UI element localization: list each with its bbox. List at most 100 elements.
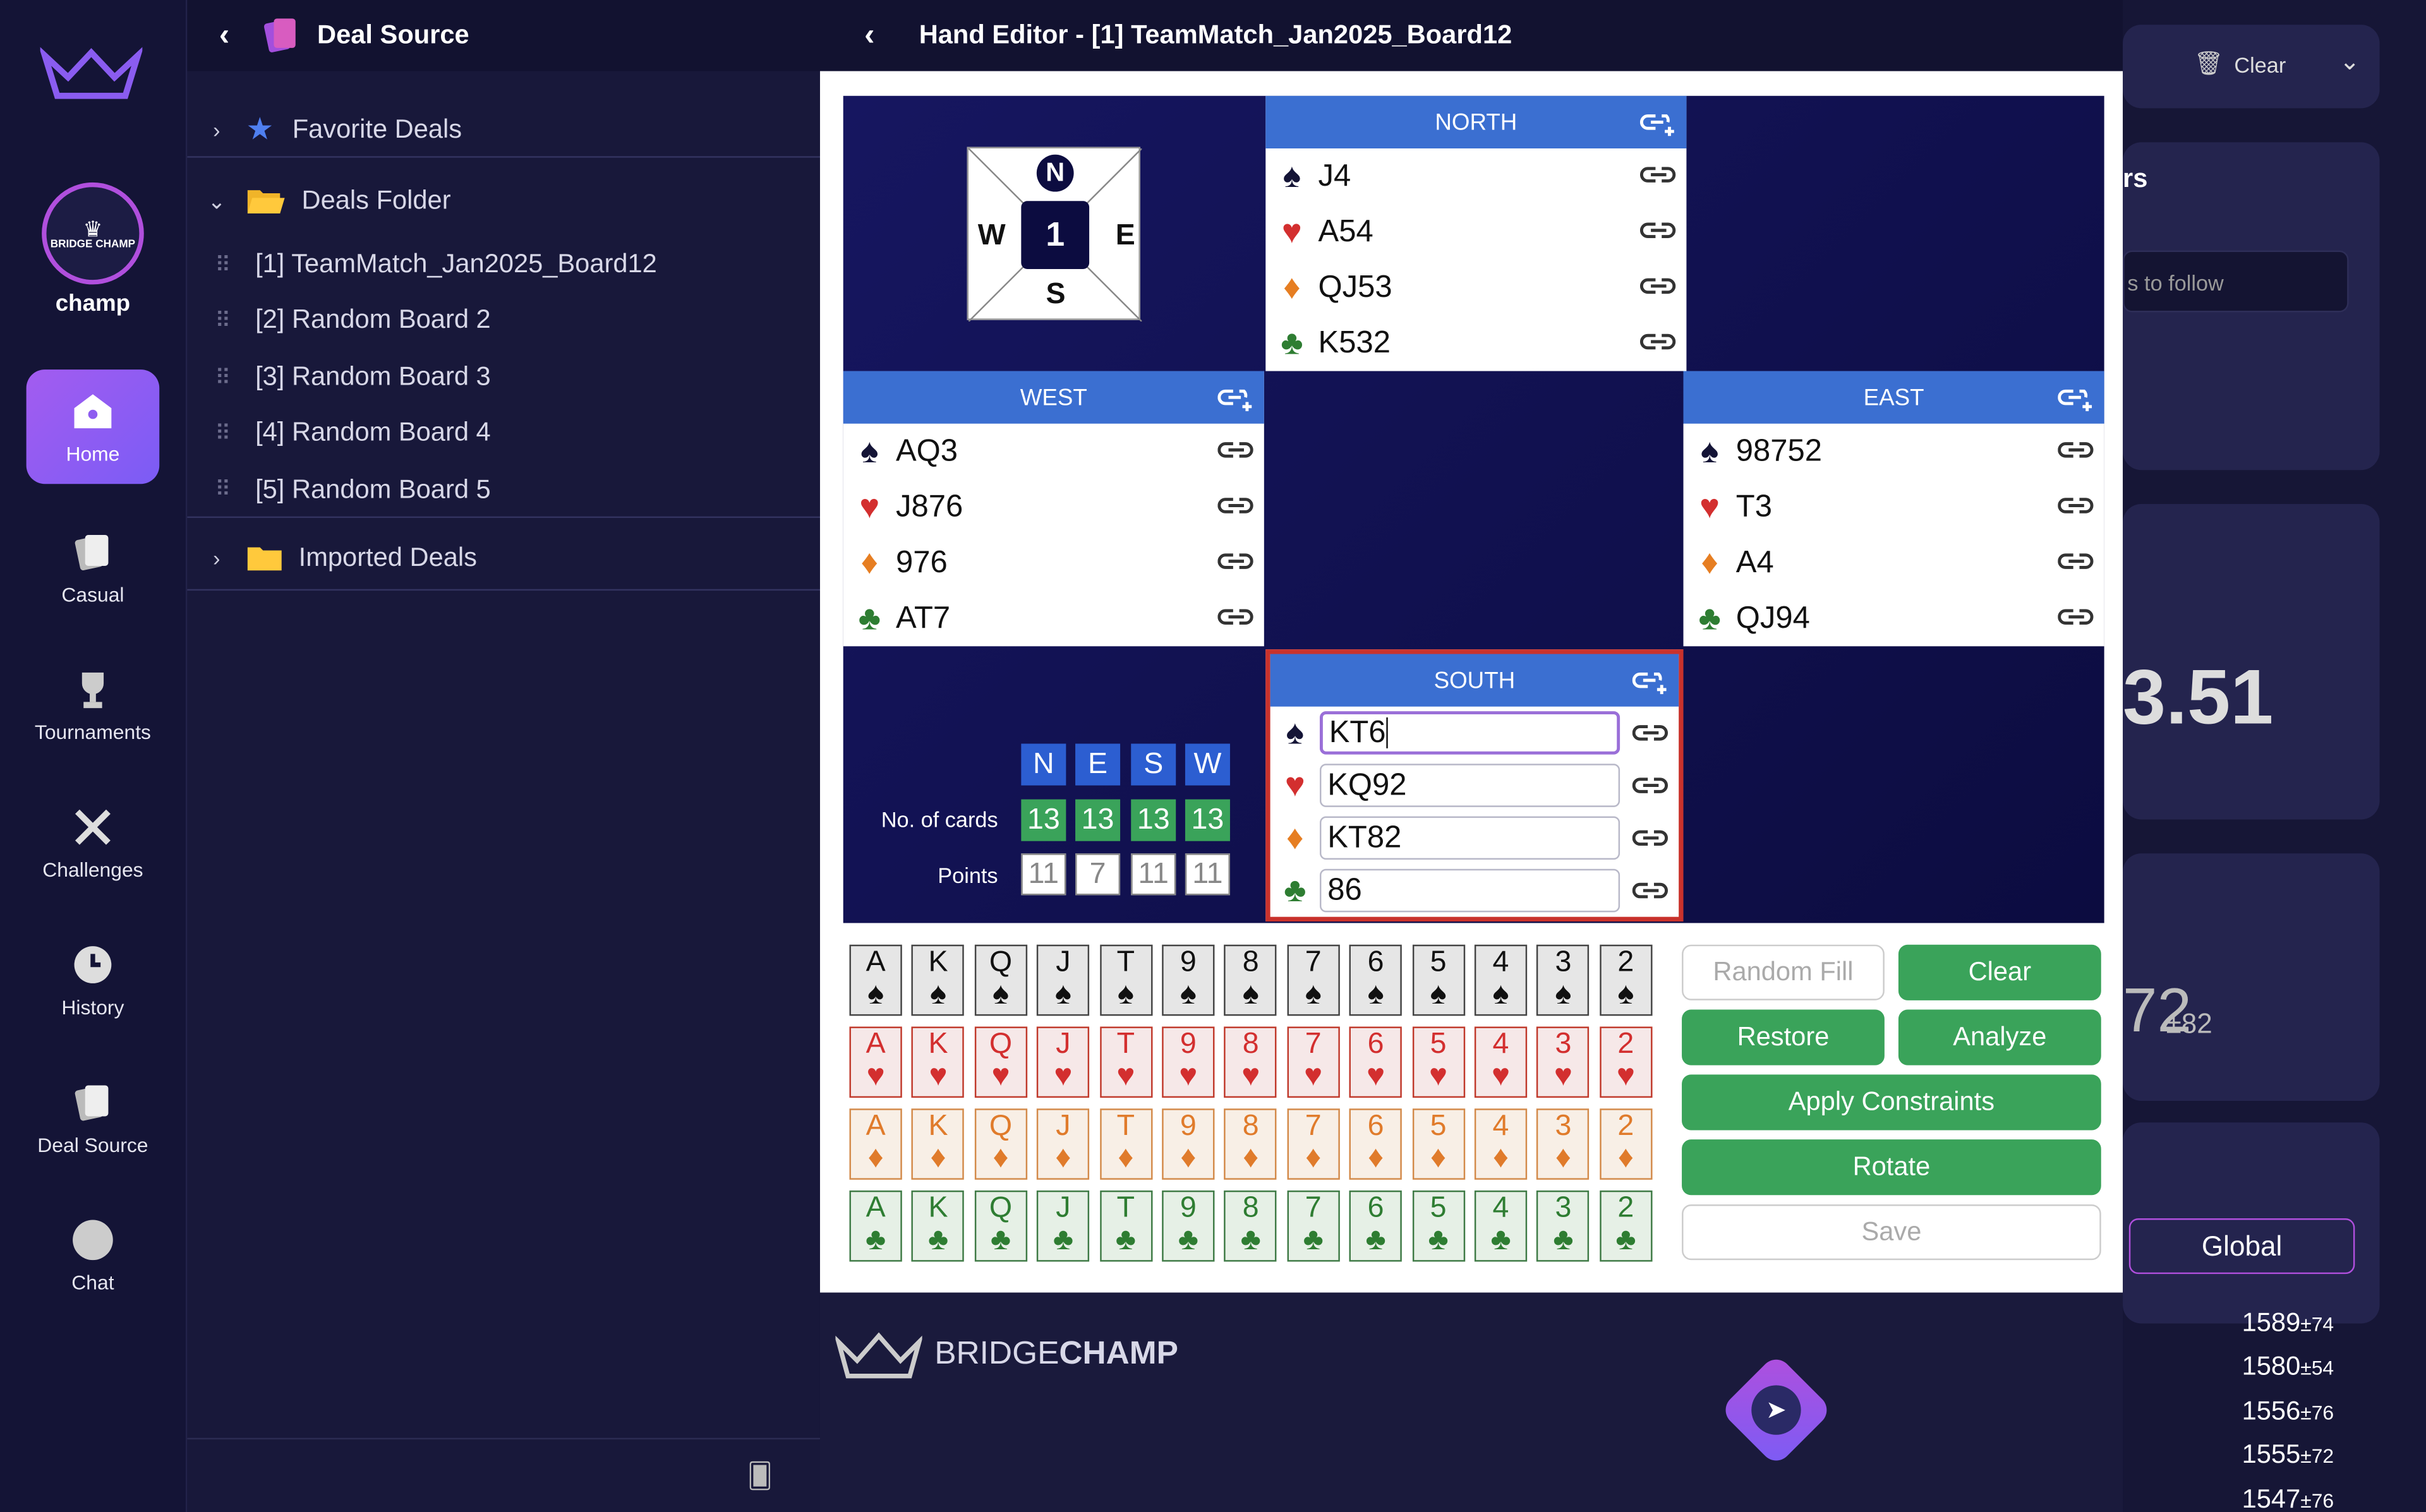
club-card-2[interactable]: 2 ♣ — [1599, 1190, 1653, 1262]
board-item-1[interactable]: ⠿ [1] TeamMatch_Jan2025_Board12 — [187, 237, 821, 292]
north-spades-row[interactable]: ♠ J4 — [1265, 148, 1686, 204]
diamond-card-7[interactable]: 7 ♦ — [1287, 1108, 1340, 1180]
diamond-card-5[interactable]: 5 ♦ — [1411, 1108, 1465, 1180]
chevron-right-icon[interactable]: › — [187, 545, 246, 570]
chevron-down-icon[interactable]: ⌄ — [187, 188, 246, 214]
heart-card-T[interactable]: T ♥ — [1099, 1026, 1152, 1098]
rotate-button[interactable]: Rotate — [1682, 1139, 2101, 1196]
diamond-card-3[interactable]: 3 ♦ — [1536, 1108, 1590, 1180]
save-button[interactable]: Save — [1682, 1204, 2101, 1261]
spade-card-3[interactable]: 3 ♠ — [1536, 944, 1590, 1016]
club-card-3[interactable]: 3 ♣ — [1536, 1190, 1590, 1262]
club-card-6[interactable]: 6 ♣ — [1349, 1190, 1403, 1262]
east-hearts-row[interactable]: ♥ T3 — [1684, 479, 2104, 535]
nav-history[interactable]: History — [27, 923, 160, 1037]
spade-card-2[interactable]: 2 ♠ — [1599, 944, 1653, 1016]
club-card-5[interactable]: 5 ♣ — [1411, 1190, 1465, 1262]
board-item-2[interactable]: ⠿ [2] Random Board 2 — [187, 292, 821, 348]
board-item-3[interactable]: ⠿ [3] Random Board 3 — [187, 349, 821, 405]
nav-deal-source[interactable]: Deal Source — [27, 1060, 160, 1175]
link-icon[interactable] — [1639, 164, 1677, 188]
clear-button[interactable]: Clear — [1898, 944, 2101, 1000]
club-card-K[interactable]: K ♣ — [912, 1190, 965, 1262]
link-icon[interactable] — [1639, 220, 1677, 244]
heart-card-4[interactable]: 4 ♥ — [1474, 1026, 1528, 1098]
diamond-card-9[interactable]: 9 ♦ — [1162, 1108, 1215, 1180]
restore-button[interactable]: Restore — [1682, 1009, 1885, 1065]
link-add-icon[interactable] — [1217, 383, 1255, 412]
diamond-card-4[interactable]: 4 ♦ — [1474, 1108, 1528, 1180]
chevron-right-icon[interactable]: › — [187, 117, 246, 141]
deals-folder-row[interactable]: ⌄ Deals Folder — [187, 173, 821, 229]
spade-card-T[interactable]: T ♠ — [1099, 944, 1152, 1016]
link-icon[interactable] — [2058, 550, 2095, 575]
trash-icon[interactable]: 🗑 — [2194, 49, 2224, 78]
link-add-icon[interactable] — [1632, 666, 1670, 695]
cards-icon[interactable]: 🂠 — [747, 1461, 773, 1492]
club-card-4[interactable]: 4 ♣ — [1474, 1190, 1528, 1262]
follow-input[interactable]: s to follow — [2123, 250, 2349, 313]
diamond-card-T[interactable]: T ♦ — [1099, 1108, 1152, 1180]
heart-card-9[interactable]: 9 ♥ — [1162, 1026, 1215, 1098]
link-add-icon[interactable] — [2058, 383, 2095, 412]
north-clubs-row[interactable]: ♣ K532 — [1265, 315, 1686, 371]
drag-handle-icon[interactable]: ⠿ — [196, 420, 246, 447]
spade-card-A[interactable]: A ♠ — [849, 944, 902, 1016]
north-diamonds-row[interactable]: ♦ QJ53 — [1265, 260, 1686, 315]
club-card-Q[interactable]: Q ♣ — [974, 1190, 1027, 1262]
heart-card-J[interactable]: J ♥ — [1037, 1026, 1090, 1098]
heart-card-8[interactable]: 8 ♥ — [1224, 1026, 1277, 1098]
link-icon[interactable] — [1217, 495, 1255, 519]
chevron-down-icon[interactable]: ⌄ — [2339, 46, 2360, 77]
avatar[interactable]: ♛ BRIDGE CHAMP — [42, 182, 144, 285]
nav-home[interactable]: Home — [26, 369, 160, 484]
drag-handle-icon[interactable]: ⠿ — [196, 251, 246, 278]
club-card-T[interactable]: T ♣ — [1099, 1190, 1152, 1262]
club-card-9[interactable]: 9 ♣ — [1162, 1190, 1215, 1262]
nav-tournaments[interactable]: Tournaments — [27, 648, 160, 762]
south-clubs-input[interactable]: 86 — [1319, 868, 1620, 913]
heart-card-6[interactable]: 6 ♥ — [1349, 1026, 1403, 1098]
west-clubs-row[interactable]: ♣ AT7 — [843, 591, 1264, 646]
west-spades-row[interactable]: ♠ AQ3 — [843, 424, 1264, 479]
link-icon[interactable] — [1639, 331, 1677, 356]
spade-card-4[interactable]: 4 ♠ — [1474, 944, 1528, 1016]
diamond-card-8[interactable]: 8 ♦ — [1224, 1108, 1277, 1180]
heart-card-2[interactable]: 2 ♥ — [1599, 1026, 1653, 1098]
south-hearts-input[interactable]: KQ92 — [1319, 764, 1620, 807]
drag-handle-icon[interactable]: ⠿ — [196, 307, 246, 333]
east-spades-row[interactable]: ♠ 98752 — [1684, 424, 2104, 479]
link-icon[interactable] — [1217, 550, 1255, 575]
club-card-J[interactable]: J ♣ — [1037, 1190, 1090, 1262]
link-icon[interactable] — [1632, 774, 1670, 799]
drag-handle-icon[interactable]: ⠿ — [196, 476, 246, 503]
imported-deals-row[interactable]: › Imported Deals — [187, 525, 822, 591]
north-hearts-row[interactable]: ♥ A54 — [1265, 204, 1686, 260]
south-spades-input[interactable]: KT6 — [1319, 711, 1620, 755]
link-icon[interactable] — [1632, 827, 1670, 852]
spade-card-6[interactable]: 6 ♠ — [1349, 944, 1403, 1016]
analyze-button[interactable]: Analyze — [1898, 1009, 2101, 1065]
link-add-icon[interactable] — [1639, 108, 1677, 136]
drag-handle-icon[interactable]: ⠿ — [196, 364, 246, 391]
nav-chat[interactable]: Chat — [27, 1198, 160, 1312]
spade-card-Q[interactable]: Q ♠ — [974, 944, 1027, 1016]
heart-card-5[interactable]: 5 ♥ — [1411, 1026, 1465, 1098]
diamond-card-A[interactable]: A ♦ — [849, 1108, 902, 1180]
spade-card-8[interactable]: 8 ♠ — [1224, 944, 1277, 1016]
club-card-8[interactable]: 8 ♣ — [1224, 1190, 1277, 1262]
back-icon[interactable]: ‹ — [187, 18, 262, 53]
club-card-A[interactable]: A ♣ — [849, 1190, 902, 1262]
south-diamonds-input[interactable]: KT82 — [1319, 816, 1620, 860]
west-hearts-row[interactable]: ♥ J876 — [843, 479, 1264, 535]
favorite-deals-row[interactable]: › ★ Favorite Deals — [187, 102, 822, 158]
heart-card-Q[interactable]: Q ♥ — [974, 1026, 1027, 1098]
diamond-card-J[interactable]: J ♦ — [1037, 1108, 1090, 1180]
east-clubs-row[interactable]: ♣ QJ94 — [1684, 591, 2104, 646]
spade-card-5[interactable]: 5 ♠ — [1411, 944, 1465, 1016]
link-icon[interactable] — [1639, 275, 1677, 300]
spade-card-7[interactable]: 7 ♠ — [1287, 944, 1340, 1016]
link-icon[interactable] — [1632, 722, 1670, 747]
heart-card-A[interactable]: A ♥ — [849, 1026, 902, 1098]
spade-card-K[interactable]: K ♠ — [912, 944, 965, 1016]
